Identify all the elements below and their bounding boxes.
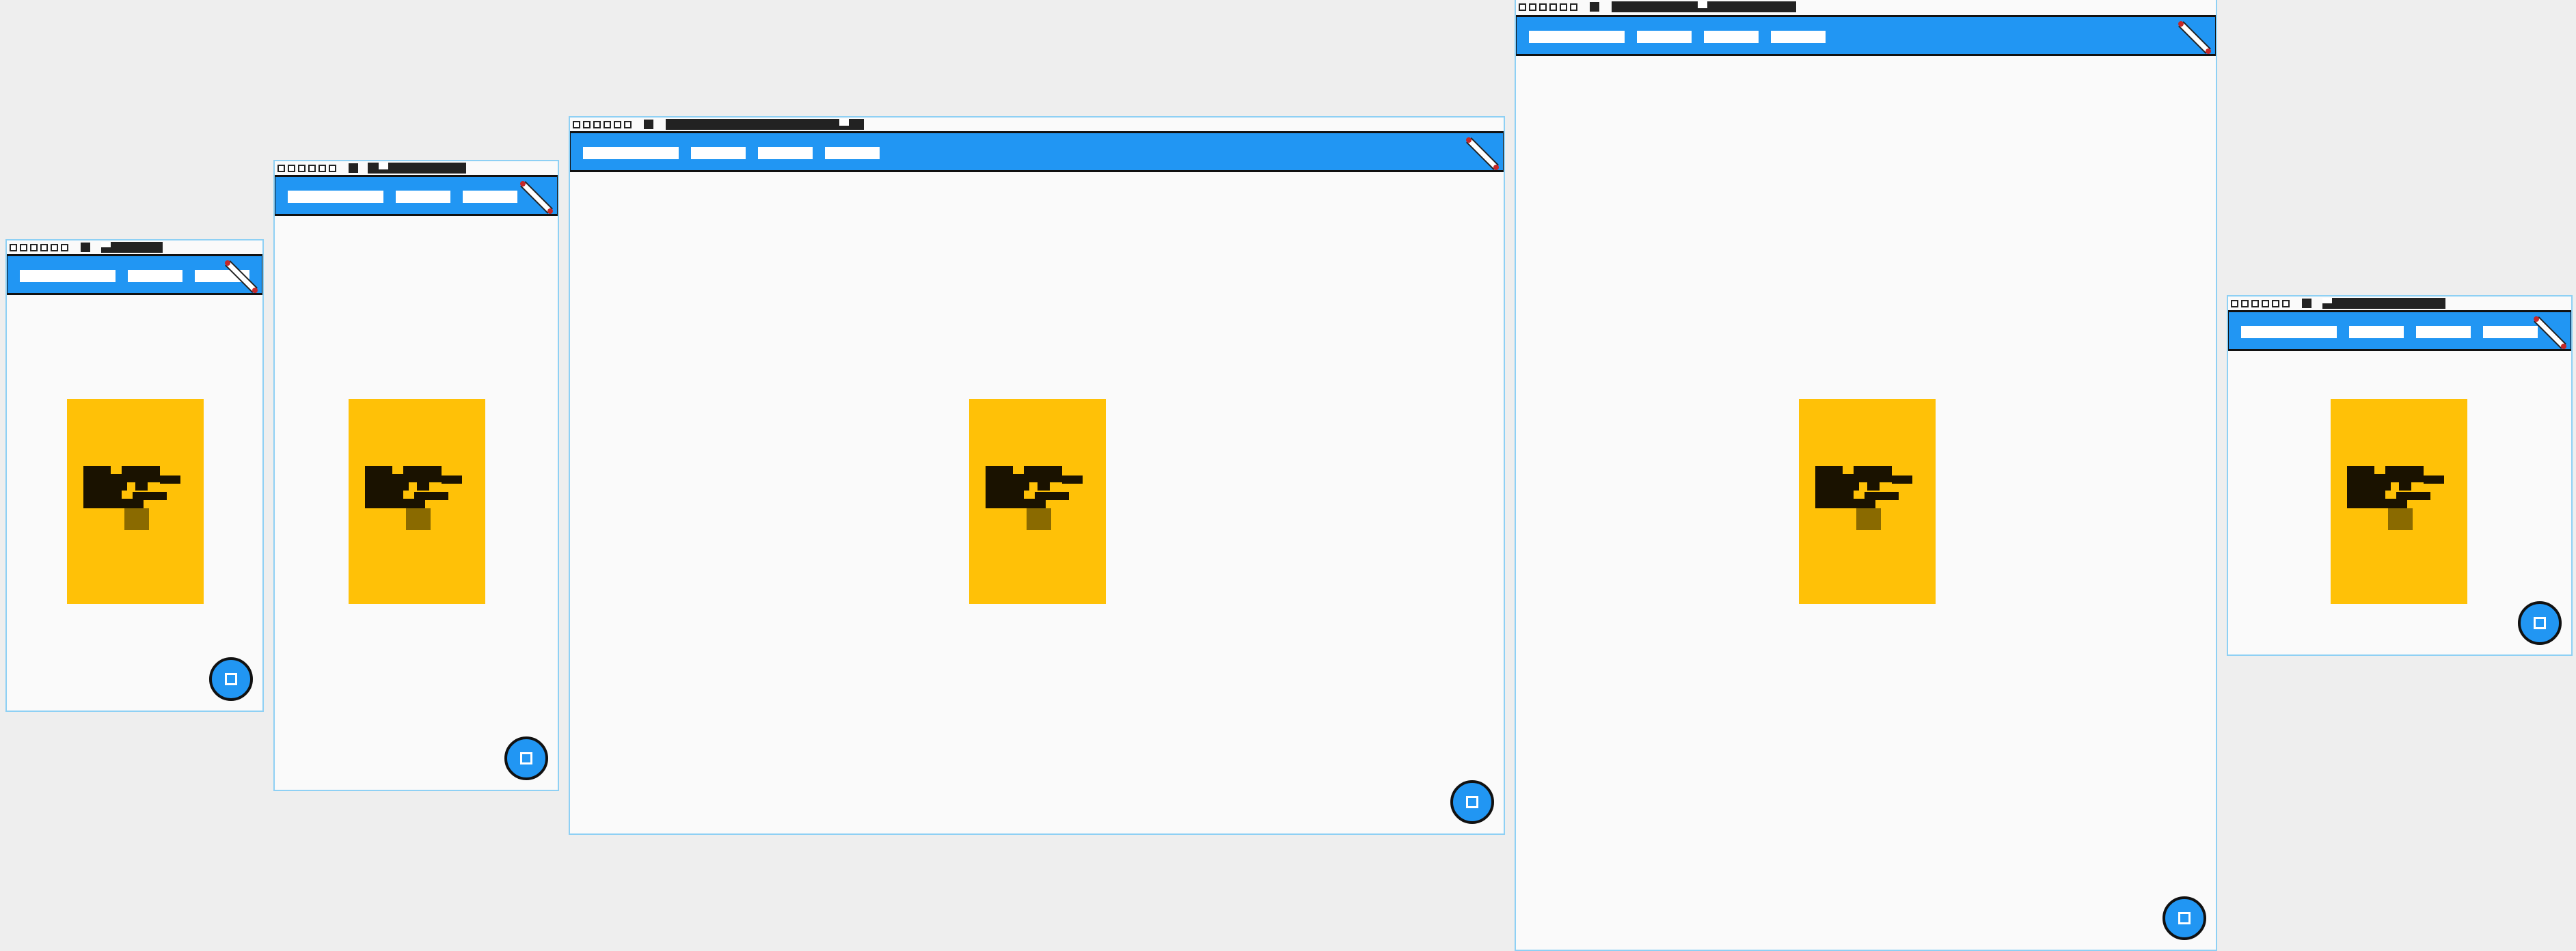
status-bar [1519,1,2216,12]
status-indicator [288,164,295,172]
app-bar [570,131,1504,172]
status-indicator [1539,3,1547,11]
status-indicator [61,243,68,251]
pixel-figure-icon [2347,466,2444,530]
content-card[interactable] [1799,399,1936,604]
status-bar-fill [2322,298,2445,309]
tab-4[interactable] [825,147,880,159]
status-block [644,120,653,129]
status-indicator [1560,3,1567,11]
status-indicator [573,120,580,128]
status-block [2302,299,2311,308]
app-bar [7,254,262,295]
app-bar [275,175,558,216]
floating-action-button[interactable] [504,736,548,780]
status-indicator [30,243,38,251]
status-bar-fill [1612,1,1796,12]
content-card[interactable] [349,399,485,604]
status-indicator [277,164,285,172]
status-indicator [2282,299,2290,307]
status-indicator [298,164,306,172]
tab-3[interactable] [2416,326,2471,338]
status-block [81,243,90,252]
status-block [349,163,358,173]
status-indicator [614,120,621,128]
tab-1[interactable] [288,191,383,203]
status-indicator [20,243,27,251]
tab-2[interactable] [128,270,182,282]
tab-1[interactable] [2241,326,2337,338]
pencil-icon[interactable] [1465,136,1500,171]
content-card[interactable] [67,399,204,604]
tab-2[interactable] [1637,31,1692,43]
phone-screen-5 [2227,295,2573,656]
square-icon [520,752,532,764]
status-indicator [593,120,601,128]
app-bar [1516,15,2216,56]
status-indicator [40,243,48,251]
tab-2[interactable] [2349,326,2404,338]
status-bar-fill [101,242,163,253]
tab-1[interactable] [583,147,679,159]
floating-action-button[interactable] [209,657,253,701]
status-indicator [1570,3,1577,11]
status-indicator [2241,299,2249,307]
status-indicator [308,164,316,172]
status-indicator [2231,299,2238,307]
status-indicator [2272,299,2279,307]
status-indicator [2262,299,2269,307]
status-bar [277,163,558,174]
pencil-icon[interactable] [223,259,259,294]
square-icon [225,673,237,685]
tab-3[interactable] [758,147,813,159]
status-indicator [604,120,611,128]
content-card[interactable] [969,399,1106,604]
tab-3[interactable] [463,191,517,203]
phone-screen-2 [273,160,559,791]
status-indicator [318,164,326,172]
status-bar [573,119,1504,130]
status-indicator [624,120,632,128]
square-icon [2534,617,2546,629]
floating-action-button[interactable] [1450,780,1494,824]
tab-1[interactable] [20,270,116,282]
content-card[interactable] [2331,399,2467,604]
floating-action-button[interactable] [2163,896,2206,940]
phone-screen-3 [569,116,1505,835]
status-indicator [2251,299,2259,307]
pixel-figure-icon [365,466,462,530]
tab-4[interactable] [1771,31,1826,43]
status-indicator [1529,3,1536,11]
tab-2[interactable] [691,147,746,159]
pencil-icon[interactable] [2177,20,2212,55]
pixel-figure-icon [1815,466,1912,530]
status-bar [10,242,262,253]
pixel-figure-icon [83,466,180,530]
status-indicator [1549,3,1557,11]
status-bar-fill [666,119,864,130]
tab-3[interactable] [1704,31,1759,43]
tab-2[interactable] [396,191,450,203]
status-bar [2231,298,2571,309]
phone-screen-1 [5,239,264,712]
status-indicator [583,120,591,128]
phone-screen-4 [1515,0,2217,951]
square-icon [2178,912,2191,924]
pencil-icon[interactable] [519,180,554,215]
floating-action-button[interactable] [2518,601,2562,645]
status-bar-fill [368,163,466,174]
status-indicator [51,243,58,251]
tab-4[interactable] [2483,326,2538,338]
status-indicator [1519,3,1526,11]
status-indicator [10,243,17,251]
status-indicator [329,164,336,172]
square-icon [1466,796,1478,808]
pixel-figure-icon [986,466,1083,530]
app-bar [2228,310,2571,351]
tab-1[interactable] [1529,31,1625,43]
canvas: { "colors": { "background": "#eeeeee", "… [0,0,2576,951]
status-block [1590,2,1599,12]
pencil-icon[interactable] [2532,315,2568,350]
